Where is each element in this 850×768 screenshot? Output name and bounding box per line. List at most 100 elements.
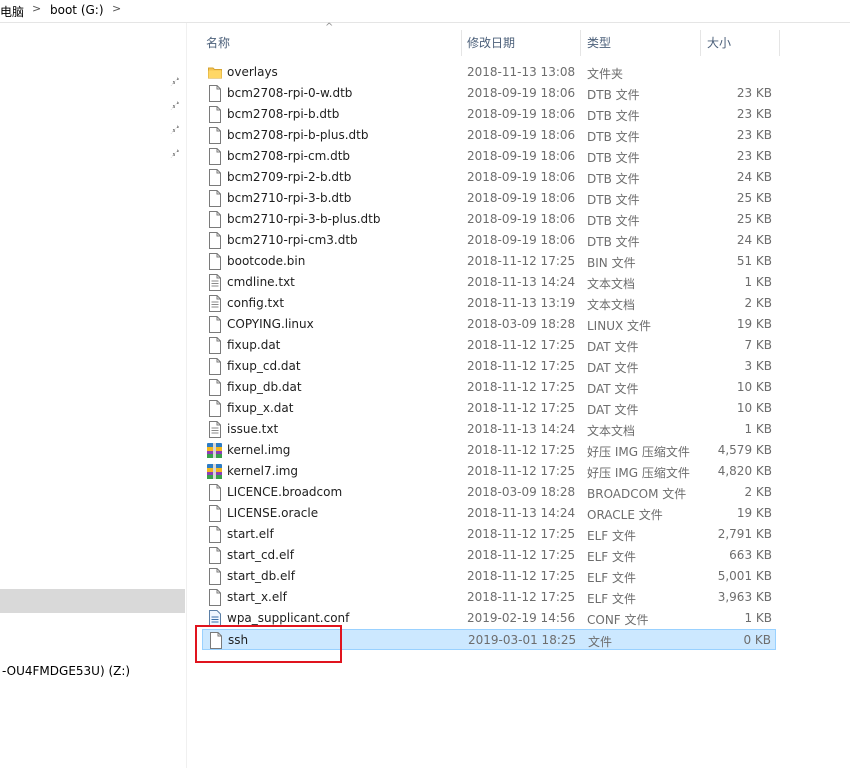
file-row[interactable]: bcm2710-rpi-cm3.dtb 2018-09-19 18:06 DTB 文… [202, 230, 776, 251]
address-bar[interactable]: 电脑 > boot (G:) > [0, 0, 850, 23]
file-name: kernel7.img [227, 464, 299, 478]
file-name: cmdline.txt [227, 275, 295, 289]
file-row[interactable]: kernel7.img 2018-11-12 17:25 好压 IMG 压缩文件 4,… [202, 461, 776, 482]
column-divider[interactable] [580, 30, 581, 56]
file-row[interactable]: bcm2708-rpi-cm.dtb 2018-09-19 18:06 DTB 文件… [202, 146, 776, 167]
column-divider[interactable] [461, 30, 462, 56]
file-date: 2018-09-19 18:06 [467, 86, 576, 100]
text-file-icon [208, 421, 222, 438]
nav-item-network-drive[interactable]: -OU4FMDGE53U) (Z:) [2, 664, 130, 678]
text-file-icon [208, 274, 222, 291]
file-name: start_x.elf [227, 590, 287, 604]
file-row[interactable]: COPYING.linux 2018-03-09 18:28 LINUX 文件 19 … [202, 314, 776, 335]
file-type: DAT 文件 [587, 382, 639, 396]
file-size: 2 KB [744, 485, 772, 499]
file-row[interactable]: bcm2708-rpi-b.dtb 2018-09-19 18:06 DTB 文件 2… [202, 104, 776, 125]
file-row[interactable]: cmdline.txt 2018-11-13 14:24 文本文档 1 KB [202, 272, 776, 293]
pin-icon[interactable] [170, 99, 182, 111]
pin-icon[interactable] [170, 147, 182, 159]
file-size: 2,791 KB [717, 527, 772, 541]
file-row[interactable]: start_db.elf 2018-11-12 17:25 ELF 文件 5,001 … [202, 566, 776, 587]
file-row[interactable]: fixup_cd.dat 2018-11-12 17:25 DAT 文件 3 KB [202, 356, 776, 377]
column-header-name[interactable]: 名称 [206, 30, 230, 56]
file-name: COPYING.linux [227, 317, 314, 331]
file-date: 2018-11-13 13:19 [467, 296, 576, 310]
file-size: 24 KB [736, 170, 772, 184]
file-row[interactable]: start_x.elf 2018-11-12 17:25 ELF 文件 3,963 K… [202, 587, 776, 608]
file-row[interactable]: start_cd.elf 2018-11-12 17:25 ELF 文件 663 KB [202, 545, 776, 566]
file-date: 2018-11-13 14:24 [467, 275, 576, 289]
file-icon [208, 85, 222, 102]
config-file-icon [208, 610, 222, 627]
file-row[interactable]: kernel.img 2018-11-12 17:25 好压 IMG 压缩文件 4,5… [202, 440, 776, 461]
file-date: 2018-11-12 17:25 [467, 569, 576, 583]
file-icon [208, 106, 222, 123]
file-row-selected[interactable]: ssh 2019-03-01 18:25 文件 0 KB [202, 629, 776, 650]
file-date: 2018-11-12 17:25 [467, 527, 576, 541]
file-date: 2018-09-19 18:06 [467, 170, 576, 184]
file-size: 24 KB [736, 233, 772, 247]
file-row[interactable]: wpa_supplicant.conf 2019-02-19 14:56 CONF … [202, 608, 776, 629]
column-divider[interactable] [700, 30, 701, 56]
file-type: ORACLE 文件 [587, 508, 663, 522]
file-row[interactable]: bootcode.bin 2018-11-12 17:25 BIN 文件 51 KB [202, 251, 776, 272]
file-size: 5,001 KB [717, 569, 772, 583]
file-icon [208, 526, 222, 543]
file-type: ELF 文件 [587, 592, 636, 606]
file-row[interactable]: overlays 2018-11-13 13:08 文件夹 [202, 62, 776, 83]
file-type: DTB 文件 [587, 214, 640, 228]
pin-icon[interactable] [170, 123, 182, 135]
file-date: 2018-11-12 17:25 [467, 380, 576, 394]
file-type: 好压 IMG 压缩文件 [587, 445, 690, 459]
breadcrumb-parent[interactable]: 电脑 [0, 3, 24, 20]
file-row[interactable]: bcm2709-rpi-2-b.dtb 2018-09-19 18:06 DTB 文… [202, 167, 776, 188]
file-size: 663 KB [729, 548, 772, 562]
file-row[interactable]: LICENSE.oracle 2018-11-13 14:24 ORACLE 文件 1… [202, 503, 776, 524]
breadcrumb-current[interactable]: boot (G:) [50, 3, 104, 17]
file-name: start_cd.elf [227, 548, 294, 562]
chevron-right-icon[interactable]: > [32, 2, 41, 15]
nav-item-selected[interactable] [0, 589, 185, 613]
column-divider[interactable] [779, 30, 780, 56]
file-date: 2018-09-19 18:06 [467, 233, 576, 247]
file-row[interactable]: LICENCE.broadcom 2018-03-09 18:28 BROADCOM… [202, 482, 776, 503]
file-name: ssh [228, 633, 249, 647]
file-size: 3 KB [744, 359, 772, 373]
file-size: 7 KB [744, 338, 772, 352]
column-header-size[interactable]: 大小 [707, 30, 731, 56]
file-type: DTB 文件 [587, 172, 640, 186]
file-type: DTB 文件 [587, 151, 640, 165]
file-size: 1 KB [744, 275, 772, 289]
file-row[interactable]: bcm2710-rpi-3-b-plus.dtb 2018-09-19 18:06… [202, 209, 776, 230]
file-date: 2018-11-12 17:25 [467, 254, 576, 268]
file-row[interactable]: fixup.dat 2018-11-12 17:25 DAT 文件 7 KB [202, 335, 776, 356]
file-date: 2018-09-19 18:06 [467, 191, 576, 205]
file-row[interactable]: bcm2708-rpi-0-w.dtb 2018-09-19 18:06 DTB 文… [202, 83, 776, 104]
file-type: ELF 文件 [587, 571, 636, 585]
chevron-right-icon[interactable]: > [112, 2, 121, 15]
column-header-date[interactable]: 修改日期 [467, 30, 515, 56]
sort-ascending-icon: ^ [325, 22, 334, 33]
file-row[interactable]: config.txt 2018-11-13 13:19 文本文档 2 KB [202, 293, 776, 314]
file-name: bcm2710-rpi-cm3.dtb [227, 233, 358, 247]
file-row[interactable]: issue.txt 2018-11-13 14:24 文本文档 1 KB [202, 419, 776, 440]
file-size: 19 KB [736, 317, 772, 331]
file-type: DTB 文件 [587, 235, 640, 249]
file-row[interactable]: fixup_db.dat 2018-11-12 17:25 DAT 文件 10 KB [202, 377, 776, 398]
file-row[interactable]: bcm2710-rpi-3-b.dtb 2018-09-19 18:06 DTB 文… [202, 188, 776, 209]
file-row[interactable]: fixup_x.dat 2018-11-12 17:25 DAT 文件 10 KB [202, 398, 776, 419]
file-type: LINUX 文件 [587, 319, 652, 333]
file-icon [208, 505, 222, 522]
file-size: 1 KB [744, 422, 772, 436]
navigation-pane: -OU4FMDGE53U) (Z:) [0, 23, 187, 768]
file-name: LICENCE.broadcom [227, 485, 343, 499]
file-icon [208, 400, 222, 417]
archive-icon [206, 442, 223, 459]
file-row[interactable]: start.elf 2018-11-12 17:25 ELF 文件 2,791 KB [202, 524, 776, 545]
pin-icon[interactable] [170, 75, 182, 87]
file-type: DAT 文件 [587, 403, 639, 417]
file-size: 19 KB [736, 506, 772, 520]
file-name: bcm2709-rpi-2-b.dtb [227, 170, 352, 184]
file-row[interactable]: bcm2708-rpi-b-plus.dtb 2018-09-19 18:06 DT… [202, 125, 776, 146]
column-header-type[interactable]: 类型 [587, 30, 611, 56]
